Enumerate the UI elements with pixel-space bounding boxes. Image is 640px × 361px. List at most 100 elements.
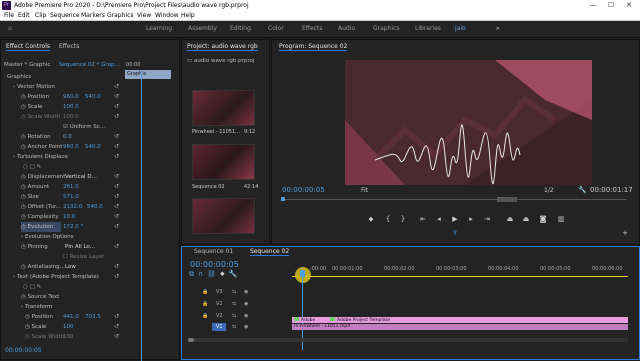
reset-icon[interactable]: ↺: [114, 183, 119, 190]
clip-pinwheel[interactable]: fx Pinwheel - 11051.mp4: [292, 324, 628, 330]
reset-icon[interactable]: ↺: [114, 263, 119, 270]
offset-x-value[interactable]: 2132.0: [63, 202, 82, 212]
checkbox-icon[interactable]: ☑: [63, 124, 70, 130]
toggle-output-icon[interactable]: ◉: [244, 313, 248, 319]
menu-sequence[interactable]: Sequence: [50, 11, 80, 21]
toggle-output-icon[interactable]: ◉: [244, 289, 248, 295]
sync-lock-icon[interactable]: ⇆: [232, 289, 236, 295]
step-back-icon[interactable]: ◂: [434, 215, 444, 223]
lift-icon[interactable]: ⏏: [505, 215, 515, 223]
workspace-graphics[interactable]: Graphics: [373, 25, 400, 32]
menu-window[interactable]: Window: [155, 11, 179, 21]
uniform-scale-row[interactable]: ☑ Uniform Sc...: [63, 122, 105, 132]
reset-icon[interactable]: ↺: [114, 103, 119, 110]
pen-mask-icon[interactable]: ✎: [37, 164, 42, 170]
mask-tools[interactable]: ○ □ ✎: [23, 162, 41, 172]
rotation-value[interactable]: 0.0: [63, 132, 72, 142]
nest-icon[interactable]: ⧉: [189, 270, 198, 278]
reset-icon[interactable]: ↺: [114, 333, 119, 340]
timeline-scroll-handle[interactable]: [188, 338, 194, 342]
clip-adobe[interactable]: Adobe: [292, 317, 328, 323]
track-lock-icon[interactable]: 🔒: [202, 313, 208, 319]
workspace-effects[interactable]: Effects: [302, 25, 322, 32]
tab-sequence-02[interactable]: Sequence 02: [250, 248, 290, 256]
play-icon[interactable]: ▶: [450, 215, 460, 223]
more-workspaces-button[interactable]: »: [496, 25, 500, 32]
workspace-libraries[interactable]: Libraries: [415, 25, 441, 32]
displacement-dropdown[interactable]: Vertical D...: [65, 172, 97, 182]
reset-icon[interactable]: ↺: [114, 113, 119, 120]
program-video-frame[interactable]: [345, 60, 592, 185]
project-thumb-pinwheel[interactable]: [192, 90, 255, 126]
reset-icon[interactable]: ↺: [114, 313, 119, 320]
anchor-y-value[interactable]: 540.0: [85, 142, 101, 152]
graphic-clip-bar[interactable]: Graphic: [125, 70, 171, 79]
t-scale-width-value[interactable]: 100: [63, 332, 74, 342]
fit-dropdown[interactable]: Fit: [361, 187, 368, 194]
timeline-settings-icon[interactable]: 🔧: [229, 270, 242, 278]
menu-file[interactable]: File: [4, 11, 14, 21]
position-y-value[interactable]: 540.0: [85, 92, 101, 102]
position-x-value[interactable]: 960.0: [63, 92, 79, 102]
program-scrub-bar[interactable]: [282, 199, 627, 200]
workspace-editing[interactable]: Editing: [230, 25, 251, 32]
maximize-button[interactable]: ☐: [602, 0, 620, 11]
track-lock-icon[interactable]: 🔒: [202, 301, 208, 307]
work-area-bar[interactable]: [292, 276, 628, 277]
minimize-button[interactable]: —: [584, 0, 602, 11]
go-to-out-icon[interactable]: ⇥: [482, 215, 492, 223]
project-thumb-third[interactable]: [192, 198, 255, 234]
workspace-audio[interactable]: Audio: [338, 25, 355, 32]
rect-mask-icon[interactable]: □: [30, 284, 37, 290]
workspace-assembly[interactable]: Assembly: [188, 25, 217, 32]
timeline-timecode[interactable]: 00:00:00:05: [190, 260, 239, 269]
rect-mask-icon[interactable]: □: [30, 164, 37, 170]
in-out-range[interactable]: [497, 197, 517, 202]
tab-program[interactable]: Program: Sequence 02: [279, 43, 348, 51]
program-playhead[interactable]: [281, 197, 285, 201]
text-layer-header[interactable]: › Text (Adobe Project Template): [13, 272, 99, 282]
t-scale-value[interactable]: 100: [63, 322, 74, 332]
reset-icon[interactable]: ↺: [114, 213, 119, 220]
workspace-jaio[interactable]: jaio: [455, 25, 466, 32]
sync-lock-icon[interactable]: ⇆: [232, 313, 236, 319]
reset-icon[interactable]: ↺: [114, 153, 119, 160]
track-lock-icon[interactable]: 🔒: [202, 289, 208, 295]
tab-project[interactable]: Project: audio wave rgb: [187, 43, 258, 51]
export-icon[interactable]: ⇪: [450, 229, 460, 237]
reset-icon[interactable]: ↺: [114, 223, 119, 230]
sync-lock-icon[interactable]: ⇆: [232, 324, 236, 330]
menu-help[interactable]: Help: [181, 11, 195, 21]
sync-lock-icon[interactable]: ⇆: [232, 301, 236, 307]
reset-icon[interactable]: ↺: [114, 273, 119, 280]
project-thumb-sequence[interactable]: [192, 144, 255, 180]
toggle-output-icon[interactable]: ◉: [244, 324, 248, 330]
vector-motion-header[interactable]: › Vector Motion: [13, 82, 55, 92]
home-icon[interactable]: ⌂: [8, 25, 12, 32]
clip-adobe-project-template[interactable]: Adobe Project Template: [328, 317, 628, 323]
mark-out-icon[interactable]: }: [398, 215, 408, 223]
scale-width-value[interactable]: 100.0: [63, 112, 79, 122]
reset-icon[interactable]: ↺: [114, 323, 119, 330]
menu-markers[interactable]: Markers: [81, 11, 105, 21]
workspace-learning[interactable]: Learning: [146, 25, 172, 32]
extract-icon[interactable]: ⏏: [521, 215, 531, 223]
program-current-timecode[interactable]: 00:00:00:05: [282, 186, 325, 194]
export-frame-icon[interactable]: ◙: [538, 215, 548, 223]
workspace-color[interactable]: Color: [268, 25, 284, 32]
menu-edit[interactable]: Edit: [18, 11, 30, 21]
marker-icon[interactable]: ⬥: [366, 215, 376, 224]
linked-selection-icon[interactable]: ⛓: [207, 270, 220, 278]
turbulent-header[interactable]: › Turbulent Displace: [13, 152, 68, 162]
menu-graphics[interactable]: Graphics: [107, 11, 134, 21]
comparison-view-icon[interactable]: ▥: [556, 215, 566, 223]
anchor-x-value[interactable]: 960.0: [63, 142, 79, 152]
evolution-value[interactable]: 172.0 °: [63, 222, 83, 232]
sequence-clip-label[interactable]: Sequence 02 * Grap...: [59, 62, 120, 68]
wrench-icon[interactable]: 🔧: [578, 186, 587, 194]
tab-sequence-01[interactable]: Sequence 01: [194, 248, 233, 255]
scale-value[interactable]: 100.0: [63, 102, 79, 112]
step-forward-icon[interactable]: ▸: [466, 215, 476, 223]
resolution-dropdown[interactable]: 1/2: [544, 187, 554, 194]
t-position-y-value[interactable]: 703.5: [85, 312, 101, 322]
